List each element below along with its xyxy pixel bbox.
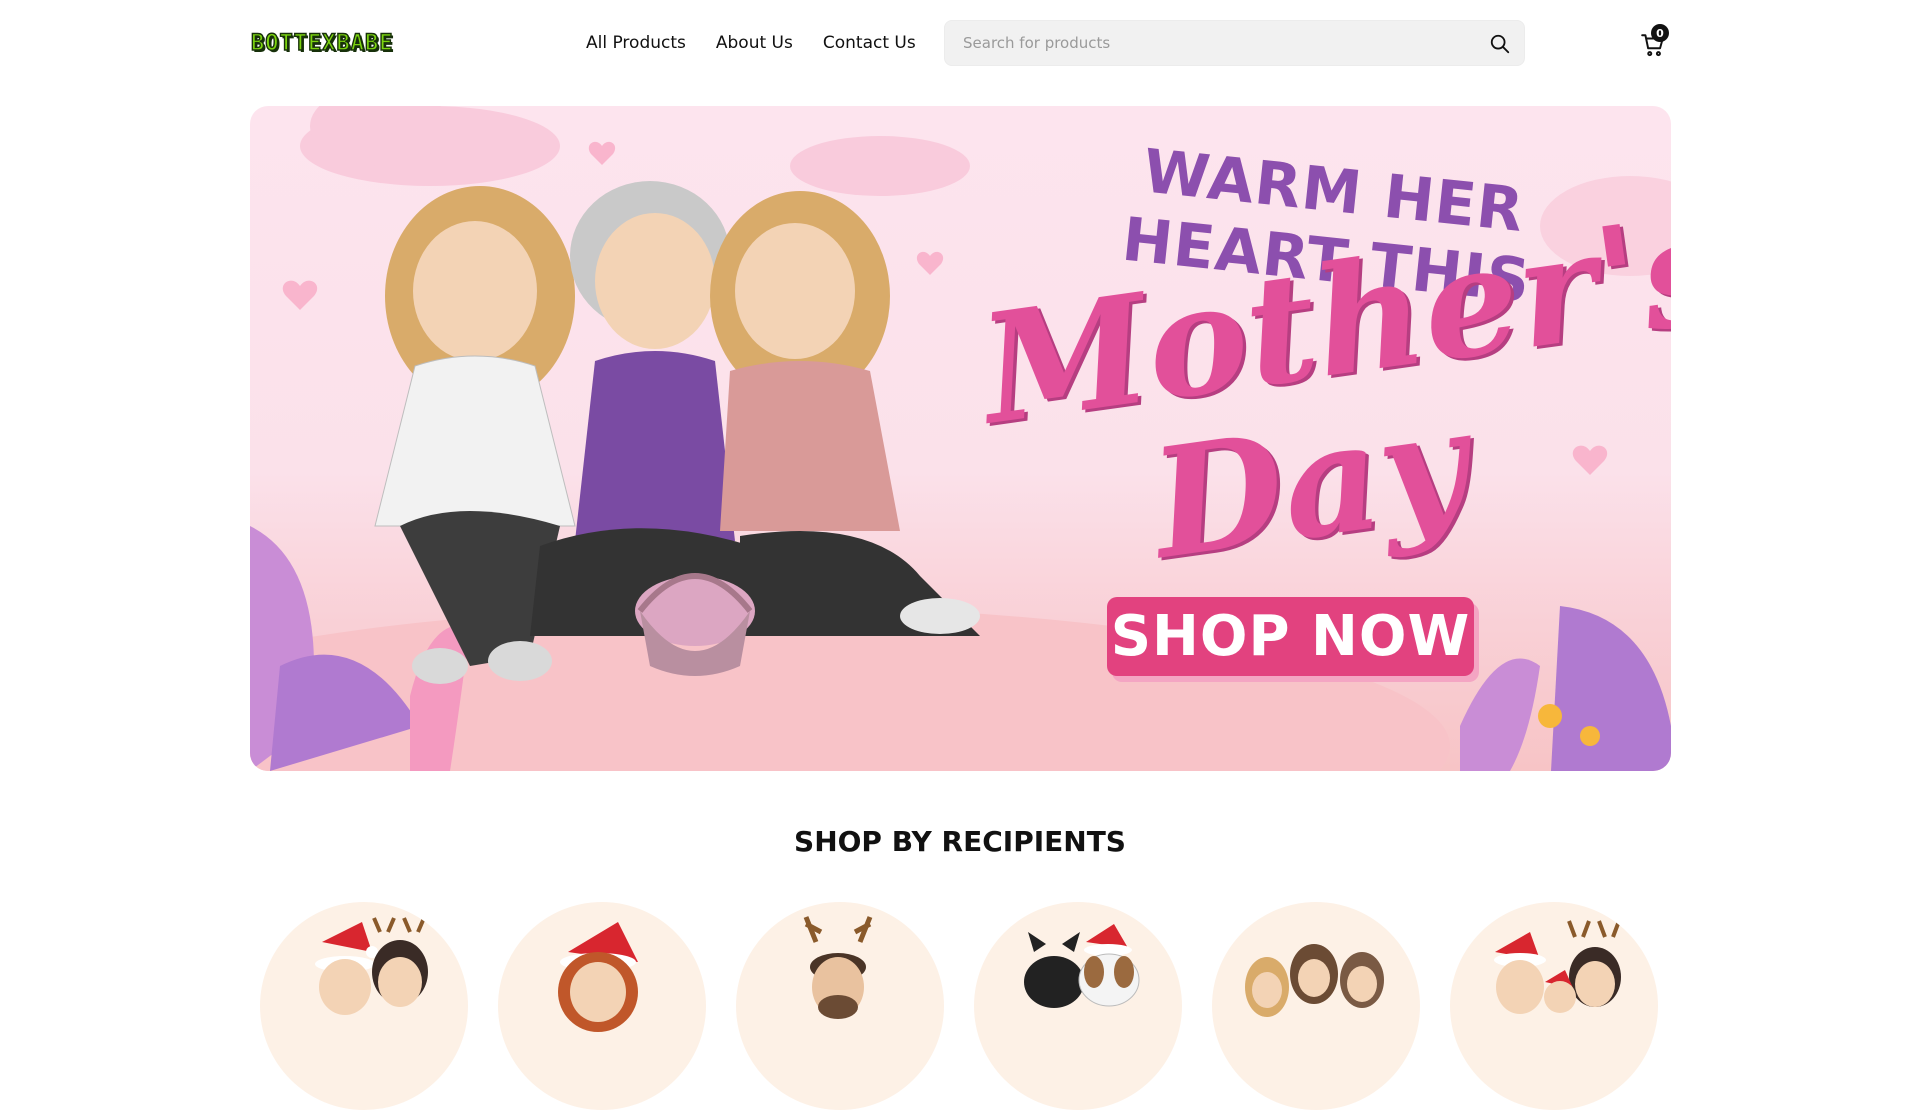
main-nav: All Products About Us Contact Us: [586, 30, 916, 56]
nav-contact-us[interactable]: Contact Us: [823, 33, 916, 53]
search-bar: [944, 20, 1525, 66]
recipient-card[interactable]: [1450, 902, 1658, 1110]
shop-by-recipients-title: SHOP BY RECIPIENTS: [794, 825, 1126, 858]
site-header: BOTTEXBABE All Products About Us Contact…: [0, 0, 1920, 86]
hero-banner[interactable]: WARM HER HEART THIS Mother's Day SHOP NO…: [250, 106, 1671, 771]
shop-now-button[interactable]: SHOP NOW: [1107, 597, 1474, 676]
recipient-card[interactable]: [974, 902, 1182, 1110]
nav-about-us[interactable]: About Us: [716, 33, 793, 53]
nav-all-products[interactable]: All Products: [586, 33, 686, 53]
couple-santa-reindeer-icon: [315, 917, 428, 1015]
recipient-card[interactable]: [1212, 902, 1420, 1110]
brand-logo-text: BOTTEXBABE: [250, 30, 394, 56]
woman-santa-hat-icon: [558, 922, 638, 1032]
recipient-card[interactable]: [498, 902, 706, 1110]
recipient-card[interactable]: [736, 902, 944, 1110]
three-women-icon: [1245, 944, 1384, 1017]
recipient-card[interactable]: [260, 902, 468, 1110]
search-icon: [1490, 34, 1510, 54]
recipients-row: [260, 902, 1660, 1110]
search-button[interactable]: [1488, 32, 1512, 56]
cart-count-badge: 0: [1651, 24, 1669, 42]
brand-logo[interactable]: BOTTEXBABE: [250, 30, 431, 56]
man-reindeer-antlers-icon: [803, 916, 873, 1019]
family-christmas-icon: [1494, 920, 1621, 1014]
search-input[interactable]: [963, 21, 1463, 65]
pets-christmas-icon: [1024, 924, 1140, 1008]
